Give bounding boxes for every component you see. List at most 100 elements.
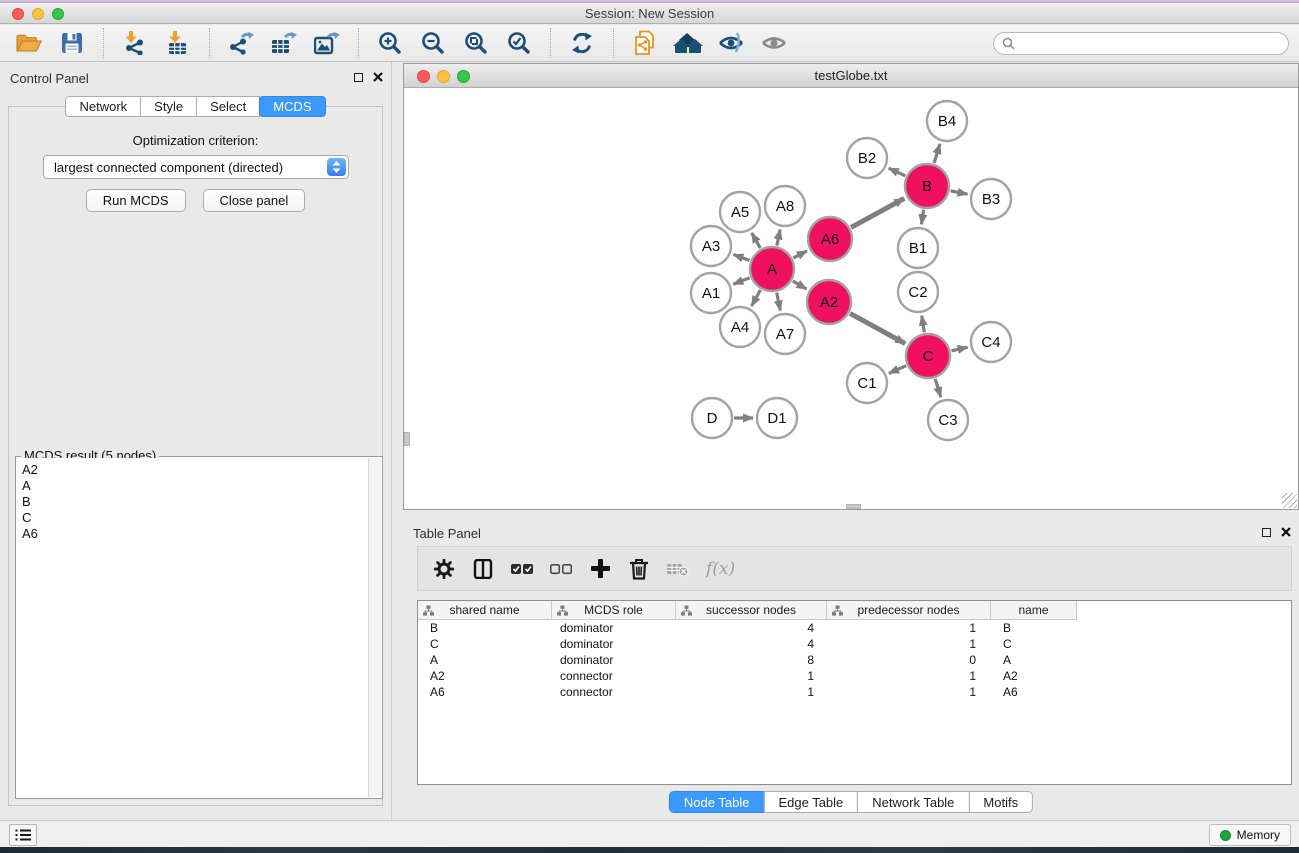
- graph-edge-A-A5[interactable]: [752, 233, 761, 248]
- graph-edge-A-A3[interactable]: [733, 254, 749, 260]
- column-header-MCDS-role[interactable]: MCDS role: [552, 601, 676, 620]
- node-table[interactable]: shared nameMCDS rolesuccessor nodesprede…: [417, 600, 1292, 785]
- graph-node-D[interactable]: D: [692, 398, 732, 438]
- table-cell[interactable]: A6: [418, 685, 552, 699]
- graph-node-A1[interactable]: A1: [691, 273, 731, 313]
- graph-node-A5[interactable]: A5: [720, 192, 760, 232]
- graph-node-A2[interactable]: A2: [807, 280, 851, 324]
- table-cell[interactable]: 1: [827, 621, 991, 635]
- tab-node-table[interactable]: Node Table: [669, 791, 765, 813]
- graph-node-A7[interactable]: A7: [765, 314, 805, 354]
- float-panel-icon[interactable]: [354, 73, 363, 82]
- mcds-result-item[interactable]: A2: [22, 462, 368, 478]
- close-panel-icon[interactable]: [373, 72, 383, 82]
- tab-motifs[interactable]: Motifs: [968, 791, 1033, 813]
- network-canvas[interactable]: B4B2BB3A5A8A6B1A3AC2A1A2A4A7C4CC1C3DD1: [404, 88, 1298, 509]
- table-cell[interactable]: connector: [552, 669, 676, 683]
- table-cell[interactable]: 1: [676, 669, 827, 683]
- graph-node-C2[interactable]: C2: [898, 272, 938, 312]
- mcds-result-list[interactable]: A2ABCA6: [17, 458, 368, 797]
- refresh-icon[interactable]: [565, 27, 599, 59]
- mcds-result-item[interactable]: C: [22, 510, 368, 526]
- home-icon[interactable]: [671, 27, 705, 59]
- table-cell[interactable]: 1: [676, 685, 827, 699]
- graph-edge-A-A7[interactable]: [777, 293, 781, 311]
- zoom-selected-icon[interactable]: [502, 27, 536, 59]
- run-mcds-button[interactable]: Run MCDS: [86, 189, 186, 212]
- graph-node-B[interactable]: B: [905, 164, 949, 208]
- graph-edge-A-A8[interactable]: [777, 230, 780, 246]
- bottom-scrollbar-thumb[interactable]: [846, 504, 861, 509]
- graph-node-A8[interactable]: A8: [765, 186, 805, 226]
- zoom-fit-icon[interactable]: [459, 27, 493, 59]
- tab-network-table[interactable]: Network Table: [857, 791, 969, 813]
- graph-node-A6[interactable]: A6: [808, 217, 852, 261]
- import-table-icon[interactable]: [161, 27, 195, 59]
- save-icon[interactable]: [55, 27, 89, 59]
- select-all-rows-icon[interactable]: [511, 557, 533, 581]
- tab-edge-table[interactable]: Edge Table: [763, 791, 858, 813]
- graph-edge-C-C3[interactable]: [935, 379, 941, 397]
- network-window-titlebar[interactable]: testGlobe.txt: [404, 64, 1298, 88]
- tab-mcds[interactable]: MCDS: [259, 96, 325, 117]
- table-cell[interactable]: dominator: [552, 637, 676, 651]
- left-scrollbar-thumb[interactable]: [404, 432, 410, 446]
- table-cell[interactable]: A: [991, 653, 1077, 667]
- table-cell[interactable]: C: [991, 637, 1077, 651]
- table-cell[interactable]: connector: [552, 685, 676, 699]
- memory-button[interactable]: Memory: [1209, 824, 1291, 846]
- graph-node-C[interactable]: C: [906, 334, 950, 378]
- criterion-dropdown[interactable]: largest connected component (directed): [43, 155, 349, 179]
- tab-style[interactable]: Style: [140, 96, 197, 117]
- resize-grip[interactable]: [1282, 493, 1297, 508]
- export-table-icon[interactable]: [267, 27, 301, 59]
- table-row[interactable]: Bdominator41B: [418, 620, 1291, 636]
- result-scrollbar[interactable]: [368, 458, 381, 797]
- table-cell[interactable]: 4: [676, 621, 827, 635]
- search-input[interactable]: [1020, 33, 1288, 54]
- column-layout-icon[interactable]: [472, 557, 494, 581]
- table-cell[interactable]: 8: [676, 653, 827, 667]
- float-panel-icon[interactable]: [1262, 528, 1271, 537]
- graph-edge-C-C1[interactable]: [889, 366, 906, 374]
- export-network-icon[interactable]: [224, 27, 258, 59]
- graph-node-C4[interactable]: C4: [971, 322, 1011, 362]
- mcds-result-item[interactable]: B: [22, 494, 368, 510]
- graph-edge-B-B3[interactable]: [951, 191, 968, 194]
- import-network-icon[interactable]: [118, 27, 152, 59]
- graph-edge-A6-B[interactable]: [851, 198, 904, 227]
- tab-network[interactable]: Network: [65, 96, 141, 117]
- graph-node-B4[interactable]: B4: [927, 101, 967, 141]
- table-cell[interactable]: A2: [418, 669, 552, 683]
- delete-column-trash-icon[interactable]: [628, 557, 650, 581]
- open-icon[interactable]: [12, 27, 46, 59]
- graph-node-D1[interactable]: D1: [757, 398, 797, 438]
- graph-edge-A-A1[interactable]: [733, 278, 749, 284]
- graph-node-C3[interactable]: C3: [928, 400, 968, 440]
- graph-node-A[interactable]: A: [750, 247, 794, 291]
- graph-node-B1[interactable]: B1: [898, 228, 938, 268]
- graph-node-B3[interactable]: B3: [971, 179, 1011, 219]
- hide-graphics-details-icon[interactable]: [714, 27, 748, 59]
- table-row[interactable]: Cdominator41C: [418, 636, 1291, 652]
- zoom-in-icon[interactable]: [373, 27, 407, 59]
- zoom-out-icon[interactable]: [416, 27, 450, 59]
- table-cell[interactable]: 4: [676, 637, 827, 651]
- table-cell[interactable]: C: [418, 637, 552, 651]
- table-cell[interactable]: 1: [827, 685, 991, 699]
- column-header-shared-name[interactable]: shared name: [418, 601, 552, 620]
- settings-gear-icon[interactable]: [433, 557, 455, 581]
- new-network-from-file-icon[interactable]: [628, 27, 662, 59]
- deselect-all-rows-icon[interactable]: [550, 557, 572, 581]
- network-graph[interactable]: B4B2BB3A5A8A6B1A3AC2A1A2A4A7C4CC1C3DD1: [404, 88, 1298, 510]
- graph-edge-C-C2[interactable]: [922, 316, 925, 333]
- table-cell[interactable]: 1: [827, 637, 991, 651]
- graph-edge-C-C4[interactable]: [951, 347, 967, 351]
- search-field[interactable]: [993, 32, 1289, 55]
- table-cell[interactable]: dominator: [552, 621, 676, 635]
- add-column-icon[interactable]: [589, 557, 611, 581]
- graph-node-A4[interactable]: A4: [720, 307, 760, 347]
- table-cell[interactable]: A6: [991, 685, 1077, 699]
- table-cell[interactable]: 0: [827, 653, 991, 667]
- close-panel-icon[interactable]: [1281, 527, 1291, 537]
